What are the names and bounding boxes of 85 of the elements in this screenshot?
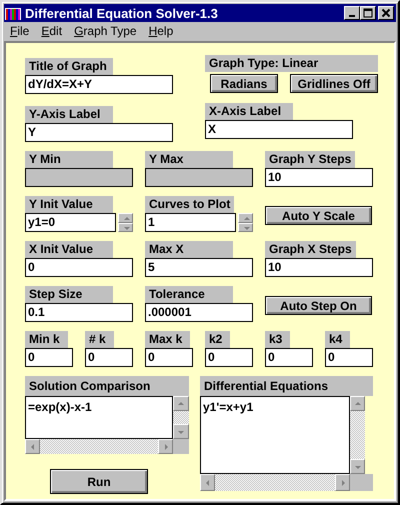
field-label: Y Min xyxy=(25,151,113,168)
field-label: Graph X Steps xyxy=(265,241,356,258)
close-button[interactable] xyxy=(378,6,394,20)
window-title: Differential Equation Solver-1.3 xyxy=(25,6,219,20)
field-label: k2 xyxy=(205,331,230,348)
scroll-left-button[interactable] xyxy=(200,474,215,491)
text-area[interactable]: y1'=x+y1 xyxy=(200,396,350,474)
field-label: k4 xyxy=(325,331,350,348)
menu-item[interactable]: Graph Type xyxy=(68,24,143,38)
text-area[interactable]: =exp(x)-x-1 xyxy=(25,396,173,439)
scroll-down-button[interactable] xyxy=(350,459,365,474)
field-label: Title of Graph xyxy=(25,58,113,75)
field-label: Step Size xyxy=(25,286,113,303)
scroll-left-button[interactable] xyxy=(25,439,40,454)
down-arrow-icon xyxy=(354,466,360,468)
input-field[interactable]: 1 xyxy=(145,213,236,232)
right-arrow-icon xyxy=(164,444,168,450)
right-arrow-icon xyxy=(342,480,344,486)
field-label: Solution Comparison xyxy=(25,376,189,396)
field-label: Y Init Value xyxy=(25,196,113,213)
left-arrow-icon xyxy=(30,444,34,450)
menu-item[interactable]: File xyxy=(4,24,36,38)
minimize-button[interactable] xyxy=(344,6,360,20)
scroll-down-button[interactable] xyxy=(173,424,189,439)
input-field[interactable]: 10 xyxy=(265,168,373,187)
field-label: Differential Equations xyxy=(200,376,373,396)
button[interactable]: Auto Y Scale xyxy=(265,206,372,225)
horizontal-scrollbar[interactable] xyxy=(200,474,350,491)
input-field[interactable]: 0 xyxy=(25,258,133,277)
minimize-icon xyxy=(349,15,355,17)
scroll-up-button[interactable] xyxy=(173,396,189,411)
group-label: Graph Type: Linear xyxy=(205,55,378,72)
up-arrow-icon xyxy=(178,402,184,404)
down-arrow-icon xyxy=(244,227,250,230)
menu-item[interactable]: Edit xyxy=(35,24,68,38)
scroll-up-button[interactable] xyxy=(350,396,365,411)
field-label: Max X xyxy=(145,241,233,258)
input-field[interactable]: y1=0 xyxy=(25,213,116,232)
input-field[interactable]: .000001 xyxy=(145,303,253,322)
field-label: X Init Value xyxy=(25,241,113,258)
field-label: Curves to Plot xyxy=(145,196,234,213)
scroll-right-button[interactable] xyxy=(335,474,350,491)
down-arrow-icon xyxy=(124,227,130,230)
input-field[interactable]: 0 xyxy=(205,348,253,367)
vertical-scrollbar[interactable] xyxy=(173,396,189,439)
field-label: Y-Axis Label xyxy=(25,106,113,123)
button[interactable]: Gridlines Off xyxy=(290,74,378,93)
field-label: # k xyxy=(85,331,114,348)
input-field[interactable]: 10 xyxy=(265,258,373,277)
spin-up-button[interactable] xyxy=(118,213,133,222)
vertical-scrollbar[interactable] xyxy=(350,396,365,474)
field-label: Max k xyxy=(145,331,190,348)
input-field[interactable]: 0.1 xyxy=(25,303,133,322)
input-field[interactable]: 5 xyxy=(145,258,253,277)
down-arrow-icon xyxy=(178,430,184,434)
left-arrow-icon xyxy=(206,480,208,486)
up-arrow-icon xyxy=(244,216,250,220)
spin-up-button[interactable] xyxy=(238,213,253,222)
up-arrow-icon xyxy=(354,402,360,404)
input-field[interactable]: 0 xyxy=(265,348,313,367)
menu-item[interactable]: Help xyxy=(142,24,180,38)
field-label: Min k xyxy=(25,331,68,348)
field-label: k3 xyxy=(265,331,290,348)
input-field[interactable]: 0 xyxy=(325,348,373,367)
field-label: Tolerance xyxy=(145,286,233,303)
scroll-right-button[interactable] xyxy=(158,439,173,454)
input-field[interactable]: 0 xyxy=(25,348,73,367)
field-label: X-Axis Label xyxy=(205,103,293,120)
input-field[interactable]: 0 xyxy=(85,348,133,367)
horizontal-scrollbar[interactable] xyxy=(25,439,173,454)
run-button[interactable]: Run xyxy=(50,469,148,494)
scrollbar-corner xyxy=(350,474,373,491)
button[interactable]: Radians xyxy=(210,74,278,93)
scrollbar-corner xyxy=(173,439,189,454)
up-arrow-icon xyxy=(124,216,130,220)
field-label: Graph Y Steps xyxy=(265,151,356,168)
input-field[interactable]: X xyxy=(205,120,353,139)
button[interactable]: Auto Step On xyxy=(265,296,372,315)
input-field[interactable]: Y xyxy=(25,123,173,142)
input-field[interactable]: 0 xyxy=(145,348,193,367)
field-label: Y Max xyxy=(145,151,233,168)
input-field[interactable]: dY/dX=X+Y xyxy=(25,75,173,94)
maximize-icon xyxy=(364,8,372,18)
close-icon xyxy=(382,8,390,18)
maximize-button[interactable] xyxy=(360,6,376,20)
